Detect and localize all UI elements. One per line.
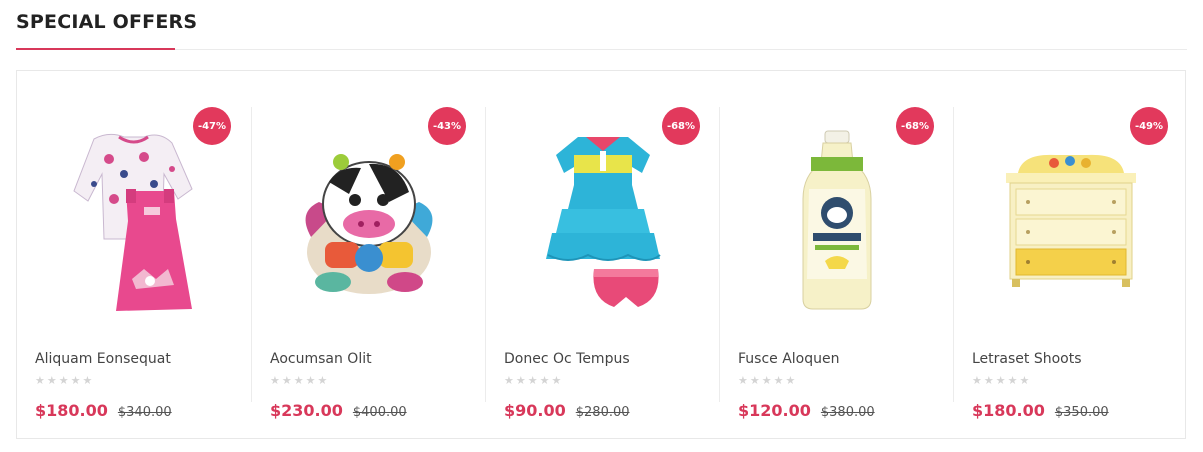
price-new: $180.00 — [972, 401, 1045, 420]
product-image-yellow-kids-dresser[interactable] — [971, 119, 1171, 324]
star-icon: ★ — [70, 374, 81, 387]
rating-stars: ★ ★ ★ ★ ★ — [738, 375, 795, 387]
star-icon: ★ — [504, 374, 514, 387]
star-icon: ★ — [305, 374, 316, 387]
star-icon: ★ — [773, 374, 784, 387]
product-card[interactable]: -68% Donec Oc Tempus ★ ★ ★ ★ ★ $90.00 $280.0… — [485, 107, 719, 420]
product-image-organic-bananamilk-bottle[interactable] — [737, 119, 937, 324]
price-old: $400.00 — [352, 405, 407, 420]
star-icon: ★ — [317, 374, 328, 387]
title-underline — [16, 48, 175, 50]
rating-stars: ★ ★ ★ ★ ★ — [504, 375, 561, 387]
price-new: $230.00 — [270, 401, 343, 420]
price-new: $180.00 — [35, 401, 108, 420]
products-carousel: -47% Aliquam Eonsequat ★★★★★ $180.00 — [16, 70, 1186, 439]
star-icon: ★ — [995, 374, 1006, 387]
product-name[interactable]: Fusce Aloquen — [738, 351, 840, 367]
rating-stars: ★ ★ ★ ★ ★ — [270, 375, 327, 387]
price-new: $90.00 — [504, 401, 566, 420]
star-icon: ★ — [527, 374, 538, 387]
star-icon: ★ — [738, 374, 748, 387]
price-old: $380.00 — [820, 405, 875, 420]
star-icon: ★ — [539, 374, 550, 387]
product-card[interactable]: -68% Fusce Aloquen ★ ★ ★ ★ ★ $120.00 $380.00 — [719, 107, 953, 420]
star-icon: ★ — [58, 374, 69, 387]
star-icon: ★ — [972, 374, 982, 387]
section-header: SPECIAL OFFERS — [16, 0, 1187, 50]
star-icon: ★ — [1007, 374, 1018, 387]
star-icon: ★ — [293, 374, 304, 387]
product-image-baby-girl-outfit[interactable] — [34, 119, 234, 324]
product-card[interactable]: -47% Aliquam Eonsequat ★★★★★ $180.00 — [17, 107, 251, 420]
product-name[interactable]: Donec Oc Tempus — [504, 351, 630, 367]
price-row: $230.00 $400.00 — [270, 401, 407, 420]
price-new: $120.00 — [738, 401, 811, 420]
section-title: SPECIAL OFFERS — [16, 11, 198, 33]
product-image-ruffle-dress-set[interactable] — [503, 119, 703, 324]
price-row: $180.00 $350.00 — [972, 401, 1109, 420]
product-name[interactable]: Letraset Shoots — [972, 351, 1082, 367]
star-icon: ★ — [515, 374, 526, 387]
price-old: $350.00 — [1054, 405, 1109, 420]
star-icon: ★ — [983, 374, 994, 387]
star-icon: ★ — [749, 374, 760, 387]
star-icon: ★ — [82, 374, 93, 387]
star-icon: ★ — [46, 374, 57, 387]
star-icon: ★ — [761, 374, 772, 387]
star-icon: ★ — [551, 374, 562, 387]
price-old: $340.00 — [117, 405, 172, 420]
price-row: $180.00 $340.00 — [35, 401, 172, 420]
star-icon: ★ — [1019, 374, 1030, 387]
price-old: $280.00 — [575, 405, 630, 420]
product-card[interactable]: -49% Letraset Shoots ★ ★ ★ ★ ★ $180.00 $350. — [953, 107, 1187, 420]
price-row: $120.00 $380.00 — [738, 401, 875, 420]
product-name[interactable]: Aocumsan Olit — [270, 351, 372, 367]
rating-stars: ★ ★ ★ ★ ★ — [35, 375, 92, 387]
star-icon: ★ — [281, 374, 292, 387]
price-row: $90.00 $280.00 — [504, 401, 630, 420]
star-icon: ★ — [785, 374, 796, 387]
product-card[interactable]: -43% Aocumsan Olit ★ ★ ★ ★ ★ $230.00 $40… — [251, 107, 485, 420]
star-icon: ★ — [35, 374, 45, 387]
product-name[interactable]: Aliquam Eonsequat — [35, 351, 171, 367]
star-icon: ★ — [270, 374, 280, 387]
product-image-cow-plush-toy[interactable] — [269, 119, 469, 324]
rating-stars: ★ ★ ★ ★ ★ — [972, 375, 1029, 387]
